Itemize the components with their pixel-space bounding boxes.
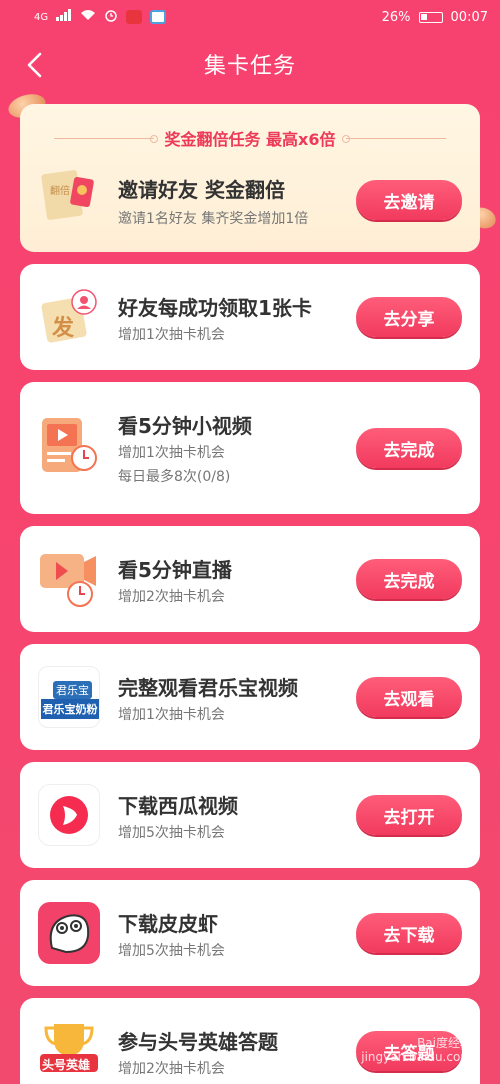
icon-glyph: 发 [52,316,75,341]
task-subtitle: 增加1次抽卡机会 [118,327,225,343]
task-title: 看5分钟小视频 [118,414,252,438]
invite-button[interactable]: 去邀请 [356,180,462,220]
red-envelope-icon: 翻倍 [38,166,100,228]
status-bar: 4G 26% 00:07 [0,0,500,34]
page-title: 集卡任务 [203,54,296,79]
promo-banner: 奖金翻倍任务 最高x6倍 [20,126,480,150]
chevron-left-icon [27,52,42,78]
task-card: 下载西瓜视频 增加5次抽卡机会 去打开 [20,762,480,868]
watermark: Bai度经验 jingyan.baidu.com [361,1036,472,1064]
xigua-video-app-icon [38,784,100,846]
task-title: 参与头号英雄答题 [118,1030,278,1054]
trophy-icon: 头号英雄 [38,1018,100,1080]
promo-card: 奖金翻倍任务 最高x6倍 翻倍 邀请好友 奖金翻倍 邀请1名好友 集齐奖金增加1… [20,104,480,252]
download-button[interactable]: 去下载 [356,913,462,953]
share-button[interactable]: 去分享 [356,297,462,337]
toutiao-app-icon [126,10,143,24]
battery-icon [418,11,443,23]
task-card: 发 好友每成功领取1张卡 增加1次抽卡机会 去分享 [20,264,480,370]
promo-icon-label: 翻倍 [50,186,70,197]
app-notification-icon [150,10,167,24]
network-indicator: 4G [34,11,49,23]
card-share-icon: 发 [38,286,100,348]
wifi-icon [80,9,96,25]
divider [54,134,159,143]
complete-button[interactable]: 去完成 [356,428,462,468]
complete-button[interactable]: 去完成 [356,559,462,599]
task-title: 看5分钟直播 [118,558,232,582]
logo-top-text: 君乐宝 [53,681,92,699]
pipixia-app-icon [38,902,100,964]
task-subtitle: 增加5次抽卡机会 [118,825,225,841]
task-card: 看5分钟小视频 增加1次抽卡机会 每日最多8次(0/8) 去完成 [20,382,480,514]
task-subtitle: 邀请1名好友 集齐奖金增加1倍 [118,211,309,227]
task-subtitle: 增加5次抽卡机会 [118,943,225,959]
video-timer-icon [38,416,100,478]
task-title: 邀请好友 奖金翻倍 [118,178,285,202]
task-title: 下载皮皮虾 [118,912,218,936]
header: 集卡任务 [0,34,500,94]
task-card: 下载皮皮虾 增加5次抽卡机会 去下载 [20,880,480,986]
trophy-label: 头号英雄 [42,1058,91,1072]
back-button[interactable] [16,48,52,82]
open-button[interactable]: 去打开 [356,795,462,835]
watch-button[interactable]: 去观看 [356,677,462,717]
alarm-icon [104,8,118,26]
task-card: 君乐宝 君乐宝奶粉 完整观看君乐宝视频 增加1次抽卡机会 去观看 [20,644,480,750]
promo-banner-text: 奖金翻倍任务 最高x6倍 [164,130,336,149]
task-title: 完整观看君乐宝视频 [118,676,298,700]
clock: 00:07 [450,9,488,25]
logo-text: 君乐宝奶粉 [41,699,99,719]
task-limit: 每日最多8次(0/8) [118,469,231,485]
task-title: 好友每成功领取1张卡 [118,296,312,320]
task-subtitle: 增加2次抽卡机会 [118,1061,225,1077]
status-right: 26% 00:07 [382,10,488,25]
task-subtitle: 增加1次抽卡机会 [118,707,225,723]
task-subtitle: 增加1次抽卡机会 [118,445,225,461]
divider [341,134,446,143]
live-stream-icon [38,548,100,610]
signal-icon [56,9,72,25]
task-title: 下载西瓜视频 [118,794,238,818]
task-subtitle: 增加2次抽卡机会 [118,589,225,605]
junlebao-logo: 君乐宝 君乐宝奶粉 [38,666,100,728]
task-card: 看5分钟直播 增加2次抽卡机会 去完成 [20,526,480,632]
status-left: 4G [34,8,167,26]
battery-percent: 26% [381,9,411,25]
